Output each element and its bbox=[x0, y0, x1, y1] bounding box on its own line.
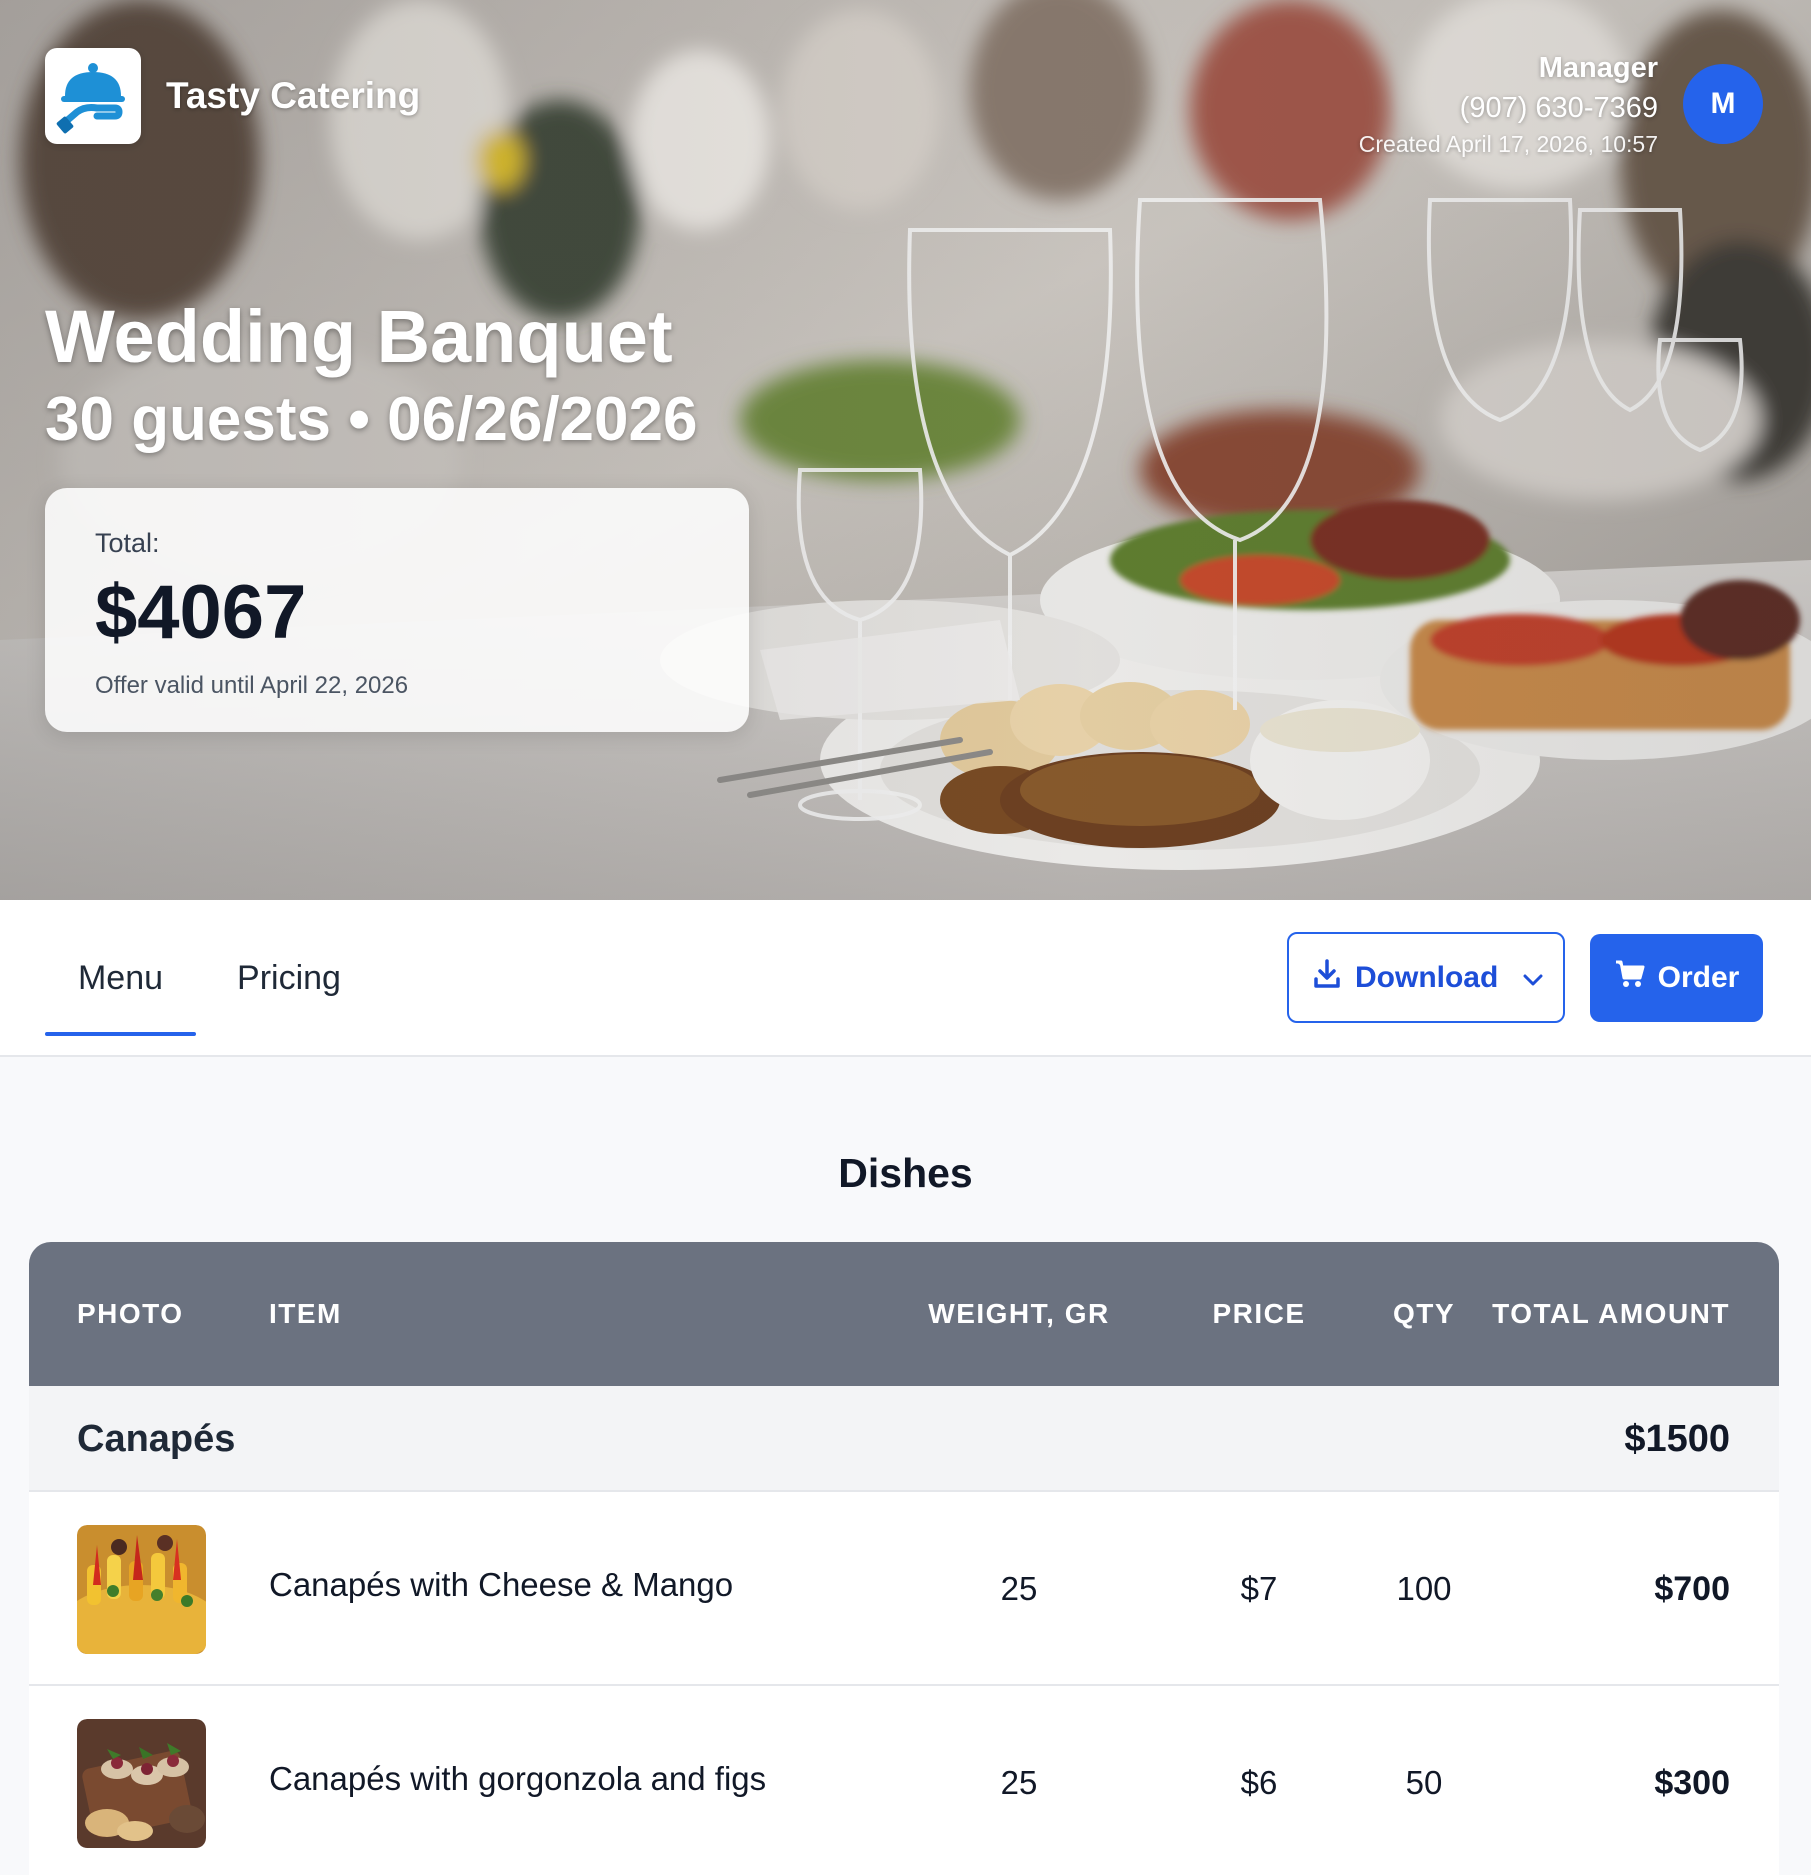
dishes-table: PHOTO ITEM WEIGHT, GR PRICE QTY TOTAL AM… bbox=[29, 1242, 1779, 1875]
dish-total: $300 bbox=[1654, 1763, 1730, 1802]
dish-price: $7 bbox=[1240, 1570, 1278, 1607]
event-title: Wedding Banquet bbox=[45, 295, 673, 378]
created-timestamp: Created April 17, 2026, 10:57 bbox=[1358, 131, 1658, 157]
dish-price: $6 bbox=[1240, 1764, 1278, 1801]
column-header-photo: PHOTO bbox=[77, 1298, 184, 1329]
tab-bar: Menu Pricing Download Order bbox=[0, 900, 1811, 1057]
dish-name: Canapés with Cheese & Mango bbox=[269, 1566, 734, 1603]
avatar[interactable]: M bbox=[1683, 64, 1763, 144]
active-tab-indicator bbox=[45, 1032, 196, 1036]
chevron-down-icon bbox=[1522, 961, 1544, 995]
column-header-weight: WEIGHT, GR bbox=[928, 1298, 1110, 1329]
hero-banner: Tasty Catering Manager (907) 630-7369 Cr… bbox=[0, 0, 1811, 900]
serving-cloche-hand-icon bbox=[45, 48, 141, 144]
brand-name: Tasty Catering bbox=[166, 75, 421, 116]
category-row[interactable]: Canapés $1500 bbox=[29, 1386, 1779, 1492]
event-subtitle: 30 guests • 06/26/2026 bbox=[45, 385, 698, 454]
column-header-item: ITEM bbox=[269, 1298, 342, 1329]
section-title: Dishes bbox=[838, 1150, 973, 1196]
manager-info: Manager (907) 630-7369 Created April 17,… bbox=[1359, 50, 1658, 160]
brand[interactable]: Tasty Catering bbox=[45, 48, 420, 144]
total-card: Total: $4067 Offer valid until April 22,… bbox=[45, 488, 749, 732]
order-label: Order bbox=[1657, 961, 1740, 994]
total-value: $4067 bbox=[95, 570, 307, 655]
category-total: $1500 bbox=[1624, 1417, 1730, 1460]
manager-phone[interactable]: (907) 630-7369 bbox=[1359, 88, 1658, 128]
dish-qty[interactable]: 50 bbox=[1349, 1686, 1499, 1875]
download-label: Download bbox=[1355, 960, 1499, 994]
cart-icon bbox=[1614, 959, 1646, 997]
download-button[interactable]: Download bbox=[1287, 932, 1565, 1023]
dish-weight: 25 bbox=[1000, 1764, 1038, 1801]
manager-role: Manager bbox=[1538, 52, 1658, 84]
dish-qty[interactable]: 100 bbox=[1349, 1492, 1499, 1686]
dish-photo bbox=[77, 1686, 206, 1875]
download-icon bbox=[1313, 958, 1341, 997]
total-label: Total: bbox=[95, 528, 160, 558]
table-row[interactable]: Canapés with Cheese & Mango 25 $7 100 $7… bbox=[29, 1492, 1779, 1686]
column-header-qty: QTY bbox=[1392, 1298, 1456, 1329]
offer-valid-until: Offer valid until April 22, 2026 bbox=[95, 672, 409, 699]
dish-name: Canapés with gorgonzola and figs bbox=[269, 1760, 767, 1797]
order-button[interactable]: Order bbox=[1590, 934, 1763, 1022]
tab-pricing[interactable]: Pricing bbox=[214, 900, 364, 1057]
dish-photo bbox=[77, 1492, 206, 1686]
column-header-price: PRICE bbox=[1212, 1298, 1306, 1329]
category-name: Canapés bbox=[77, 1417, 236, 1460]
dish-weight: 25 bbox=[1000, 1570, 1038, 1607]
dish-total: $700 bbox=[1654, 1569, 1730, 1608]
table-header: PHOTO ITEM WEIGHT, GR PRICE QTY TOTAL AM… bbox=[29, 1242, 1779, 1386]
column-header-total: TOTAL AMOUNT bbox=[1492, 1298, 1730, 1329]
table-row[interactable]: Canapés with gorgonzola and figs 25 $6 5… bbox=[29, 1686, 1779, 1875]
